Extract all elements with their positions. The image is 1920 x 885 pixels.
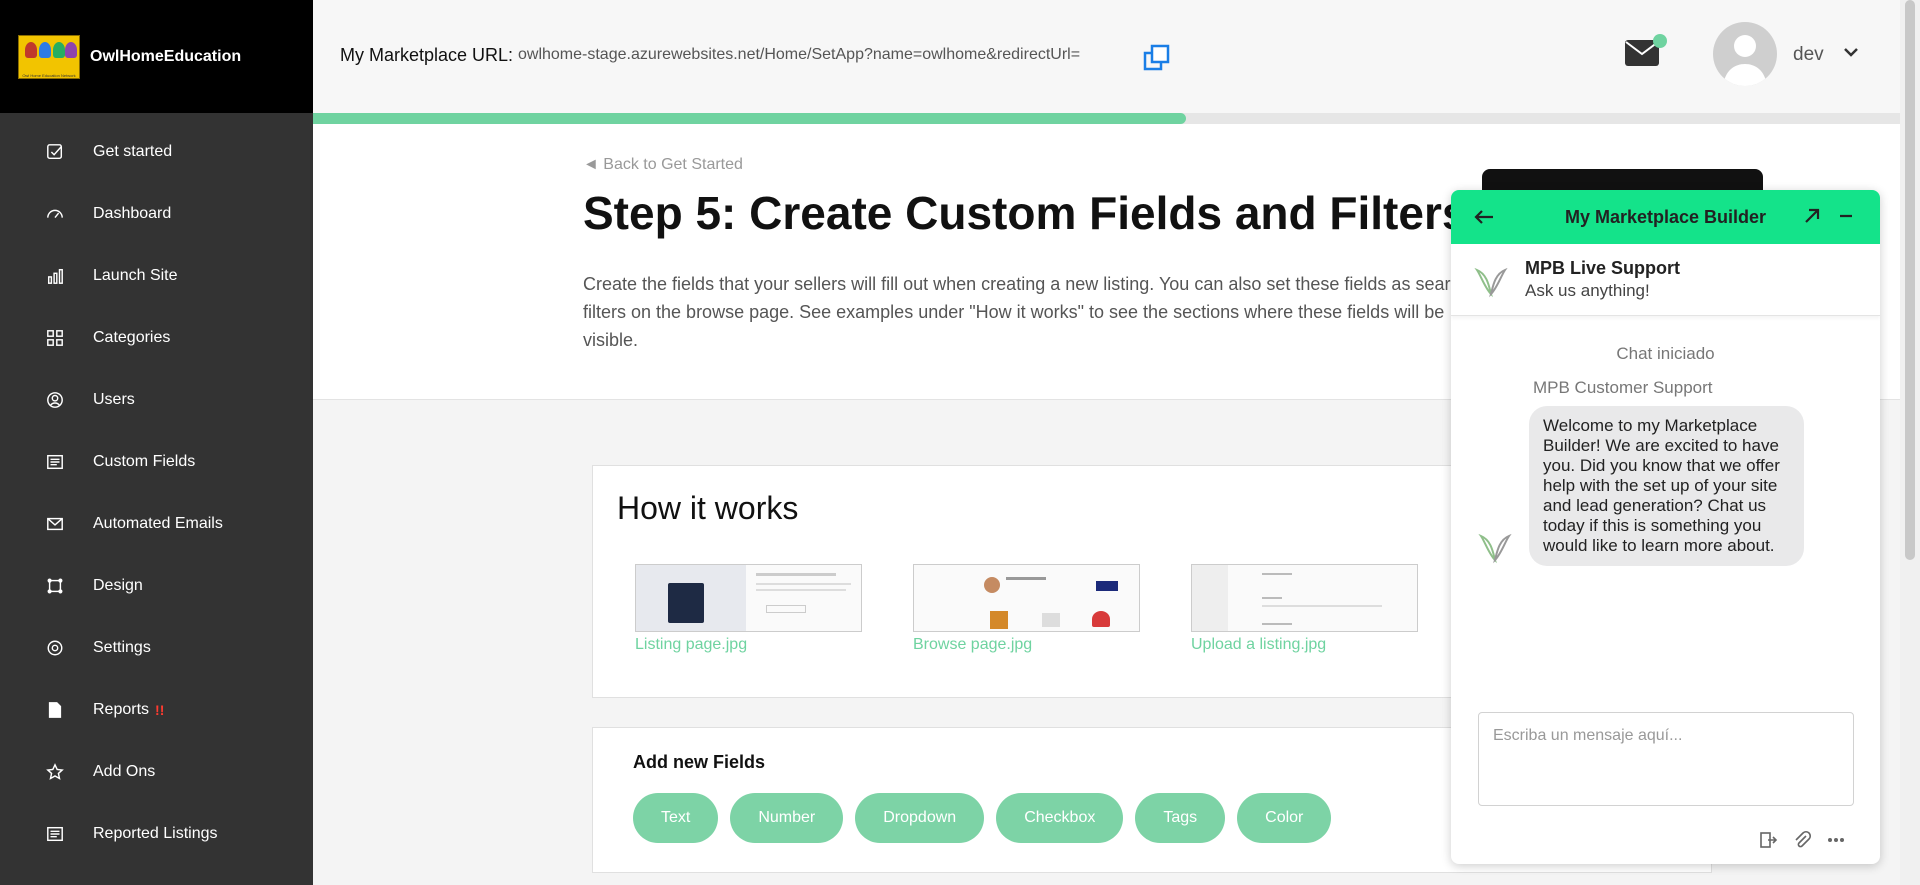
sidebar-item-label: Design — [93, 577, 143, 594]
brand-logo: Owl Home Education Network — [18, 34, 80, 79]
agent-subtitle: Ask us anything! — [1525, 281, 1650, 300]
top-bar: My Marketplace URL: owlhome-stage.azurew… — [313, 0, 1900, 113]
chat-agent-info: MPB Live Support Ask us anything! — [1451, 244, 1880, 316]
list-icon — [45, 824, 65, 844]
add-color-field-button[interactable]: Color — [1237, 793, 1332, 843]
sidebar-item-label: Launch Site — [93, 267, 178, 284]
gauge-icon — [45, 204, 65, 224]
setup-progress-fill — [313, 113, 1186, 124]
sidebar-item-custom-fields[interactable]: Custom Fields — [0, 431, 313, 493]
chat-header: My Marketplace Builder — [1451, 190, 1880, 244]
browse-page-link[interactable]: Browse page.jpg — [913, 636, 1032, 654]
upload-listing-thumbnail[interactable] — [1191, 564, 1418, 632]
sidebar-item-label: Automated Emails — [93, 515, 223, 532]
more-options-icon[interactable] — [1826, 830, 1846, 850]
marketplace-url-value: owlhome-stage.azurewebsites.net/Home/Set… — [518, 46, 1081, 63]
add-text-field-button[interactable]: Text — [633, 793, 719, 843]
chat-tools — [1758, 830, 1846, 850]
upload-listing-link[interactable]: Upload a listing.jpg — [1191, 636, 1326, 654]
sidebar-item-automated-emails[interactable]: Automated Emails — [0, 493, 313, 555]
chat-started-label: Chat iniciado — [1616, 344, 1715, 363]
listing-page-link[interactable]: Listing page.jpg — [635, 636, 747, 654]
sidebar-nav: Get started Dashboard Launch Site Catego… — [0, 113, 313, 865]
back-to-get-started-link[interactable]: ◄ Back to Get Started — [583, 156, 743, 174]
page-scrollbar[interactable] — [1900, 0, 1920, 885]
message-bubble: Welcome to my Marketplace Builder! We ar… — [1529, 406, 1804, 566]
envelope-icon — [45, 514, 65, 534]
sidebar-item-label: Custom Fields — [93, 453, 196, 470]
sidebar-item-label: Add Ons — [93, 763, 156, 780]
add-tags-field-button[interactable]: Tags — [1135, 793, 1226, 843]
listing-page-thumbnail[interactable] — [635, 564, 862, 632]
gear-icon — [45, 638, 65, 658]
mpb-logo-icon — [1478, 533, 1512, 564]
sidebar-item-label: Categories — [93, 329, 171, 346]
sidebar-item-label: Settings — [93, 639, 151, 656]
brand-logo-caption: Owl Home Education Network — [22, 72, 76, 78]
sidebar-item-get-started[interactable]: Get started — [0, 121, 313, 183]
user-name[interactable]: dev — [1793, 44, 1824, 66]
document-icon — [45, 700, 65, 720]
step-number: Step 5: — [583, 187, 737, 239]
sidebar-item-reports[interactable]: Reports!! — [0, 679, 313, 741]
chat-message: Welcome to my Marketplace Builder! We ar… — [1451, 406, 1880, 566]
user-circle-icon — [45, 390, 65, 410]
chat-message-input[interactable]: Escriba un mensaje aquí... — [1478, 712, 1854, 806]
scrollbar-thumb[interactable] — [1905, 0, 1915, 560]
step-description: Create the fields that your sellers will… — [583, 274, 1470, 350]
sidebar-item-reported-listings[interactable]: Reported Listings — [0, 803, 313, 865]
field-type-buttons: Text Number Dropdown Checkbox Tags Color — [633, 793, 1332, 843]
list-icon — [45, 452, 65, 472]
copy-icon[interactable] — [1143, 44, 1171, 72]
exit-chat-icon[interactable] — [1758, 830, 1778, 850]
chat-title: My Marketplace Builder — [1564, 206, 1767, 227]
back-arrow-icon[interactable] — [1473, 206, 1495, 228]
mpb-logo-icon — [1474, 267, 1508, 297]
sidebar-item-add-ons[interactable]: Add Ons — [0, 741, 313, 803]
sidebar-item-launch-site[interactable]: Launch Site — [0, 245, 313, 307]
page-title: Step 5: Create Custom Fields and Filters — [583, 186, 1467, 240]
minimize-icon[interactable] — [1836, 206, 1856, 226]
notification-dot — [1653, 34, 1667, 48]
sidebar-item-label: Reported Listings — [93, 825, 218, 842]
add-checkbox-field-button[interactable]: Checkbox — [996, 793, 1124, 843]
brand-name: OwlHomeEducation — [90, 47, 242, 65]
sidebar-item-design[interactable]: Design — [0, 555, 313, 617]
sidebar-item-label: Users — [93, 391, 135, 408]
sidebar-item-settings[interactable]: Settings — [0, 617, 313, 679]
brand[interactable]: Owl Home Education Network OwlHomeEducat… — [0, 0, 313, 113]
sidebar-item-users[interactable]: Users — [0, 369, 313, 431]
marketplace-url-label: My Marketplace URL: — [340, 45, 514, 65]
attachment-icon[interactable] — [1792, 830, 1812, 850]
external-link-icon[interactable] — [1802, 206, 1822, 226]
chevron-down-icon[interactable] — [1841, 42, 1861, 62]
sidebar: Owl Home Education Network OwlHomeEducat… — [0, 0, 313, 885]
browse-page-thumbnail[interactable] — [913, 564, 1140, 632]
checkbox-icon — [45, 142, 65, 162]
sidebar-item-label: Reports — [93, 701, 150, 718]
message-sender: MPB Customer Support — [1533, 378, 1713, 397]
avatar[interactable] — [1713, 22, 1777, 86]
agent-name: MPB Live Support — [1525, 258, 1681, 278]
crop-icon — [45, 576, 65, 596]
how-it-works-title: How it works — [617, 490, 799, 526]
sidebar-item-dashboard[interactable]: Dashboard — [0, 183, 313, 245]
sidebar-item-label: Get started — [93, 143, 173, 160]
step-title-text: Create Custom Fields and Filters — [749, 187, 1468, 239]
star-icon — [45, 762, 65, 782]
reports-alert-badge: !! — [155, 702, 165, 718]
add-dropdown-field-button[interactable]: Dropdown — [855, 793, 985, 843]
add-fields-title: Add new Fields — [633, 752, 766, 772]
sidebar-item-label: Dashboard — [93, 205, 172, 222]
chat-widget: My Marketplace Builder MPB Live Support … — [1451, 190, 1880, 864]
bar-chart-icon — [45, 266, 65, 286]
sidebar-item-categories[interactable]: Categories — [0, 307, 313, 369]
add-number-field-button[interactable]: Number — [730, 793, 844, 843]
setup-progress-bar — [313, 113, 1900, 124]
grid-icon — [45, 328, 65, 348]
